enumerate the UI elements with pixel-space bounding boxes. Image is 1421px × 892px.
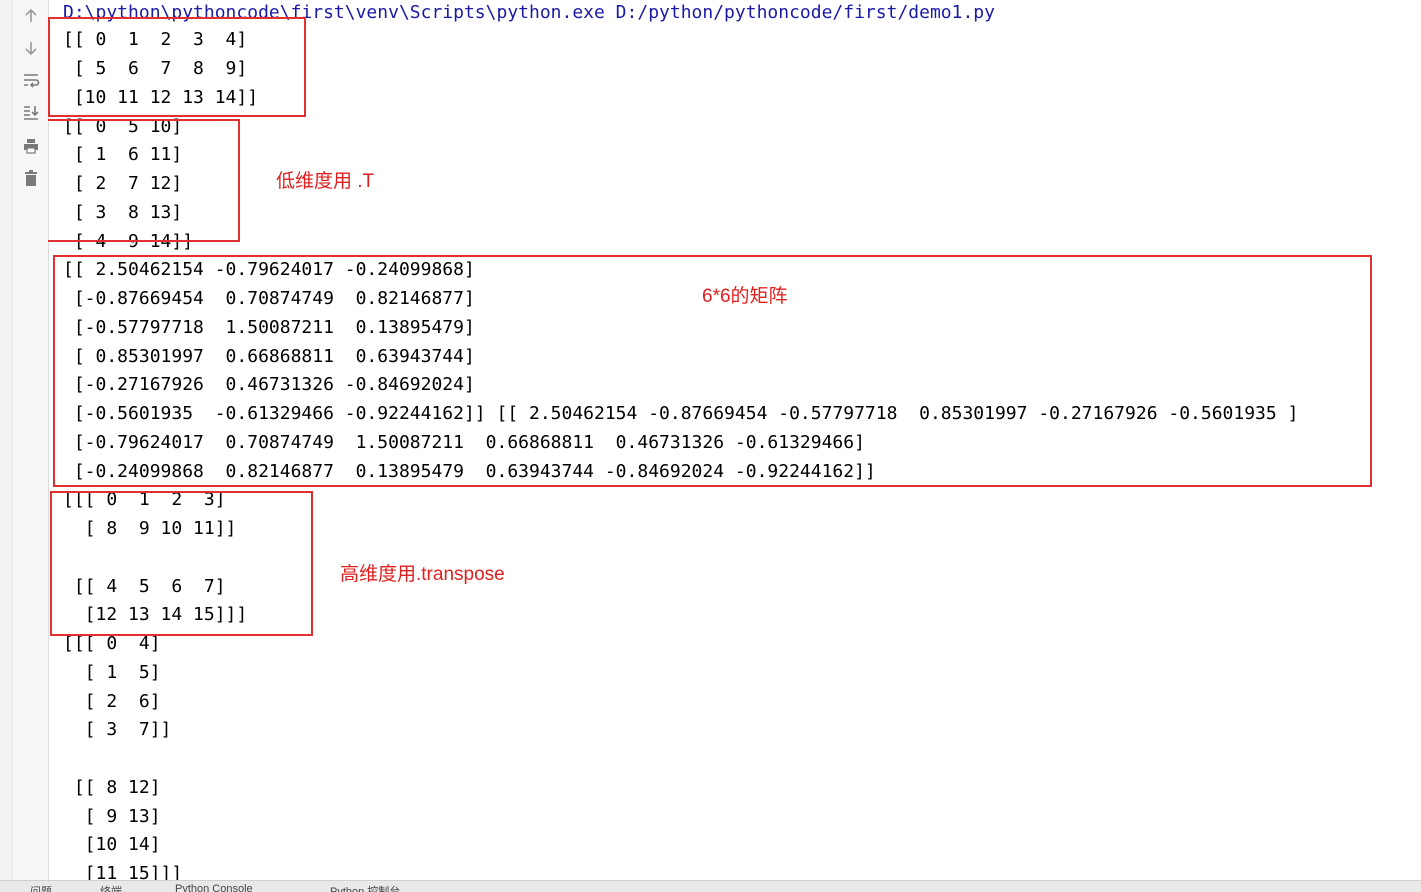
output-line: [[ 8 12] (63, 777, 161, 798)
bottom-tool-window-bar: 问题 终端 Python Console Python 控制台 (0, 880, 1421, 892)
annotation-6x6-matrix: 6*6的矩阵 (702, 286, 788, 307)
highlight-box-transpose-2d (48, 119, 240, 242)
print-icon[interactable] (19, 134, 43, 158)
soft-wrap-icon[interactable] (19, 68, 43, 92)
highlight-box-original-matrix (48, 17, 306, 117)
output-line: [11 15]]] (63, 863, 183, 880)
output-line: [10 14] (63, 834, 161, 855)
annotation-high-dim: 高维度用.transpose (340, 564, 505, 585)
console-toolbar (13, 0, 49, 891)
annotation-low-dim: 低维度用 .T (276, 171, 375, 192)
console-output: D:\python\pythoncode\first\venv\Scripts\… (48, 0, 1421, 880)
arrow-down-icon[interactable] (19, 36, 43, 60)
trash-icon[interactable] (19, 166, 43, 190)
output-line: [ 9 13] (63, 806, 161, 827)
scroll-to-end-icon[interactable] (19, 100, 43, 124)
output-line: [ 2 6] (63, 691, 161, 712)
output-line: [ 1 5] (63, 662, 161, 683)
left-gutter (0, 0, 13, 891)
arrow-up-icon[interactable] (19, 4, 43, 28)
output-line: [ 3 7]] (63, 719, 172, 740)
highlight-box-transpose-3d (50, 491, 313, 636)
